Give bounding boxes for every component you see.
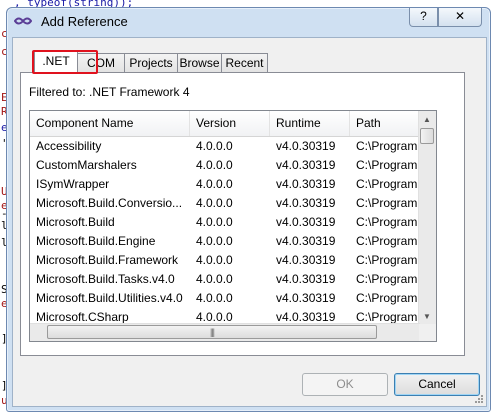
runtime-cell: v4.0.30319 bbox=[276, 272, 336, 286]
help-button[interactable]: ? bbox=[409, 8, 438, 27]
component-name-cell: Accessibility bbox=[36, 139, 102, 153]
filter-label: Filtered to: .NET Framework 4 bbox=[29, 85, 190, 99]
close-icon: ✕ bbox=[454, 9, 466, 23]
version-cell: 4.0.0.0 bbox=[196, 215, 233, 229]
help-icon: ? bbox=[420, 9, 427, 23]
visual-studio-icon bbox=[14, 17, 32, 25]
runtime-cell: v4.0.30319 bbox=[276, 139, 336, 153]
resize-grip-icon[interactable] bbox=[474, 394, 484, 404]
scrollbar-corner bbox=[419, 324, 436, 341]
close-button[interactable]: ✕ bbox=[438, 8, 482, 27]
component-name-cell: CustomMarshalers bbox=[36, 158, 137, 172]
version-cell: 4.0.0.0 bbox=[196, 234, 233, 248]
column-header-component-name[interactable]: Component Name bbox=[30, 111, 190, 136]
scroll-up-icon[interactable]: ▲ bbox=[419, 111, 435, 128]
vertical-scroll-thumb[interactable] bbox=[420, 128, 434, 144]
runtime-cell: v4.0.30319 bbox=[276, 253, 336, 267]
add-reference-dialog: Add Reference ? ✕ .NET COM Projects Brow… bbox=[6, 7, 491, 412]
component-name-cell: Microsoft.Build.Engine bbox=[36, 234, 156, 248]
dialog-title: Add Reference bbox=[41, 14, 128, 29]
component-name-cell: Microsoft.Build.Tasks.v4.0 bbox=[36, 272, 175, 286]
component-name-cell: Microsoft.Build.Framework bbox=[36, 253, 179, 267]
runtime-cell: v4.0.30319 bbox=[276, 196, 336, 210]
horizontal-scroll-thumb[interactable]: ||| bbox=[47, 325, 377, 339]
component-name-cell: Microsoft.Build.Conversio... bbox=[36, 196, 183, 210]
highlight-annotation bbox=[32, 50, 98, 74]
tab-browse[interactable]: Browse bbox=[177, 53, 222, 72]
column-header-row: Component Name Version Runtime Path bbox=[30, 111, 436, 137]
scroll-down-icon[interactable]: ▼ bbox=[419, 308, 435, 325]
component-name-cell: Microsoft.Build.Utilities.v4.0 bbox=[36, 291, 183, 305]
version-cell: 4.0.0.0 bbox=[196, 253, 233, 267]
version-cell: 4.0.0.0 bbox=[196, 196, 233, 210]
runtime-cell: v4.0.30319 bbox=[276, 291, 336, 305]
version-cell: 4.0.0.0 bbox=[196, 291, 233, 305]
vertical-scrollbar[interactable]: ▲ ▼ bbox=[418, 111, 436, 325]
component-name-cell: Microsoft.Build bbox=[36, 215, 115, 229]
tab-recent[interactable]: Recent bbox=[221, 53, 268, 72]
component-list[interactable]: Component Name Version Runtime Path Acce… bbox=[29, 110, 437, 342]
runtime-cell: v4.0.30319 bbox=[276, 158, 336, 172]
version-cell: 4.0.0.0 bbox=[196, 272, 233, 286]
cancel-button[interactable]: Cancel bbox=[394, 373, 480, 396]
runtime-cell: v4.0.30319 bbox=[276, 215, 336, 229]
ok-button[interactable]: OK bbox=[302, 373, 388, 396]
runtime-cell: v4.0.30319 bbox=[276, 177, 336, 191]
tab-projects[interactable]: Projects bbox=[124, 53, 178, 72]
version-cell: 4.0.0.0 bbox=[196, 177, 233, 191]
horizontal-scrollbar[interactable]: ||| bbox=[30, 323, 420, 341]
title-bar[interactable]: Add Reference ? ✕ bbox=[7, 8, 490, 36]
dialog-client-area: .NET COM Projects Browse Recent Filtered… bbox=[12, 37, 487, 407]
version-cell: 4.0.0.0 bbox=[196, 158, 233, 172]
column-header-version[interactable]: Version bbox=[190, 111, 270, 136]
version-cell: 4.0.0.0 bbox=[196, 139, 233, 153]
column-header-runtime[interactable]: Runtime bbox=[270, 111, 350, 136]
runtime-cell: v4.0.30319 bbox=[276, 234, 336, 248]
tab-panel-dotnet: Filtered to: .NET Framework 4 Component … bbox=[20, 72, 465, 356]
component-name-cell: ISymWrapper bbox=[36, 177, 110, 191]
